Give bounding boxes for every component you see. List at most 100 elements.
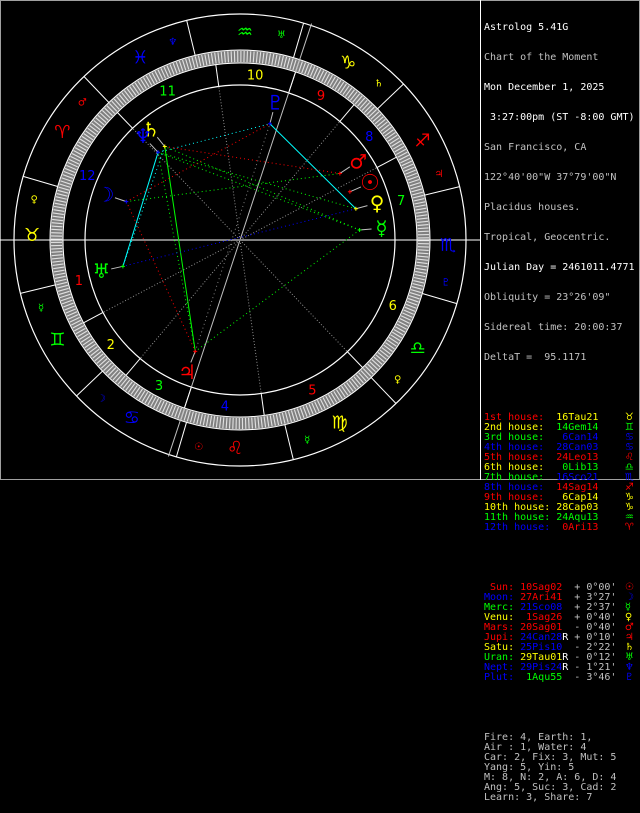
chart-date: Mon December 1, 2025 — [484, 83, 638, 93]
house-position: 6Cap14 — [556, 493, 598, 503]
house-label: 7th house: — [484, 473, 544, 483]
aspect-sextile-neptune-uranus — [123, 152, 158, 266]
house-number-9: 9 — [317, 89, 325, 104]
planet-neptune-icon[interactable]: ♆︎ — [134, 124, 152, 148]
planet-latitude: - 2°22' — [574, 643, 616, 653]
ruler-planet-icon: ☉︎ — [194, 442, 203, 453]
house-axis-line — [240, 121, 340, 240]
planet-position: 29Pis24 — [520, 663, 562, 673]
planet-mercury-icon[interactable]: ☿︎ — [375, 216, 387, 240]
ruler-planet-icon: ♄︎ — [374, 78, 383, 89]
planet-label: Satu: — [484, 643, 514, 653]
house-cusp-line — [126, 359, 140, 376]
house-system: Placidus houses. — [484, 203, 638, 213]
planet-saturn-icon: ♄ — [625, 643, 634, 653]
sign-icon: ♏ — [625, 473, 634, 483]
planet-position: 21Sco08 — [520, 603, 562, 613]
house-number-8: 8 — [365, 130, 373, 145]
ruler-planet-icon: ☿︎ — [304, 435, 310, 446]
delta-t: DeltaT = 95.1171 — [484, 353, 638, 363]
planet-position: 25Pis10 — [520, 643, 562, 653]
sign-icon: ♑ — [625, 503, 634, 513]
planet-row-venus: Venu: 1Sag26+ 0°40'♀ — [484, 613, 638, 623]
house-number-5: 5 — [308, 383, 316, 398]
summary-line: M: 8, N: 2, A: 6, D: 4 — [484, 773, 638, 783]
sign-boundary — [23, 176, 58, 186]
chart-location: San Francisco, CA — [484, 143, 638, 153]
planet-row-uranus: Uran:29Tau01R- 0°12'♅ — [484, 653, 638, 663]
planet-latitude: - 0°12' — [574, 653, 616, 663]
house-cusp-line — [377, 157, 396, 167]
house-number-7: 7 — [397, 194, 405, 209]
aspect-opposition-jupiter-pluto — [195, 124, 270, 352]
planet-latitude: - 0°40' — [574, 623, 616, 633]
summary-line: Fire: 4, Earth: 1, — [484, 733, 638, 743]
chart-wheel[interactable]: ♈︎♂︎♉︎♀︎♊︎☿︎♋︎☽︎♌︎☉︎♍︎☿︎♎︎♀︎♏︎♇︎♐︎♃︎♑︎♄︎… — [0, 0, 480, 480]
ruler-planet-icon: ☽︎ — [97, 394, 106, 405]
ruler-planet-icon: ♀︎ — [30, 195, 37, 206]
planet-marker — [358, 228, 362, 232]
sign-boundary — [422, 293, 457, 303]
sign-boundary — [76, 371, 102, 396]
house-cusp-line — [261, 394, 264, 416]
aspect-square-mars-saturn — [165, 147, 340, 174]
ruler-planet-icon: ♅︎ — [277, 30, 286, 41]
app-title: Astrolog 5.41G — [484, 23, 638, 33]
planet-venus-icon[interactable]: ♀︎ — [370, 191, 385, 215]
planet-label: Venu: — [484, 613, 514, 623]
planet-mars-icon: ♂ — [625, 623, 634, 633]
sign-cap-icon: ♑︎ — [340, 52, 356, 73]
planet-marker — [193, 349, 197, 353]
sidereal-time: Sidereal time: 20:00:37 — [484, 323, 638, 333]
planet-position: 10Sag02 — [520, 583, 562, 593]
house-label: 9th house: — [484, 493, 544, 503]
planet-sun-icon: ☉ — [625, 583, 634, 593]
house-axis-line — [219, 86, 240, 240]
planet-row-sun: Sun:10Sag02+ 0°00'☉ — [484, 583, 638, 593]
planet-position: 20Sag01 — [520, 623, 562, 633]
aspect-square-moon-jupiter — [126, 202, 195, 352]
house-row: 10th house:28Cap03♑ — [484, 503, 638, 513]
sign-sco-icon: ♏︎ — [440, 235, 456, 256]
planet-marker — [348, 190, 352, 194]
planet-row-saturn: Satu: 25Pis10 - 2°22' ♄ — [484, 643, 638, 653]
aspect-opposition-venus-uranus — [123, 209, 356, 267]
planet-uranus-icon[interactable]: ♅︎ — [92, 259, 110, 283]
planet-latitude: - 1°21' — [574, 663, 616, 673]
retrograde-flag: R — [562, 633, 568, 643]
sign-gem-icon: ♊︎ — [49, 330, 65, 351]
planet-label: Plut: — [484, 673, 514, 683]
planet-pluto-icon[interactable]: ♇︎ — [266, 90, 284, 114]
planet-label: Nept: — [484, 663, 514, 673]
planet-label: Moon: — [484, 593, 514, 603]
house-number-1: 1 — [75, 274, 83, 289]
planet-pointer-line — [115, 198, 126, 202]
sign-pis-icon: ♓︎ — [132, 47, 148, 68]
planet-table: Sun:10Sag02+ 0°00'☉Moon:27Ari41+ 3°27'☽M… — [484, 583, 638, 683]
house-table: 1st house:16Tau21♉2nd house:14Gem14♊3rd … — [484, 413, 638, 533]
sign-icon: ♐ — [625, 483, 634, 493]
house-cusp-line — [347, 352, 362, 368]
planet-marker — [124, 200, 128, 204]
planet-label: Jupi: — [484, 633, 514, 643]
planet-moon-icon[interactable]: ☽︎ — [97, 183, 115, 207]
sign-can-icon: ♋︎ — [124, 408, 140, 429]
sign-boundary — [285, 425, 293, 460]
planet-uranus-icon: ♅ — [625, 653, 634, 663]
house-row: 7th house:16Sco21♏ — [484, 473, 638, 483]
sign-leo-icon: ♌︎ — [227, 438, 243, 459]
sign-boundary — [425, 187, 460, 195]
chart-coords: 122°40'00"W 37°79'00"N — [484, 173, 638, 183]
sign-vir-icon: ♍︎ — [332, 413, 348, 434]
sign-boundary — [187, 20, 195, 55]
house-position: 14Sag14 — [556, 483, 598, 493]
planet-row-neptune: Nept:29Pis24R- 1°21'♆ — [484, 663, 638, 673]
planet-row-mars: Mars:20Sag01- 0°40'♂ — [484, 623, 638, 633]
planet-mars-icon[interactable]: ♂︎ — [349, 149, 367, 173]
planet-jupiter-icon[interactable]: ♃︎ — [178, 360, 196, 384]
planet-latitude: + 2°37' — [574, 603, 616, 613]
sign-aqu-icon: ♒︎ — [237, 22, 253, 43]
planet-latitude: + 0°00' — [574, 583, 616, 593]
sign-icon: ♒ — [625, 513, 634, 523]
planet-marker — [121, 264, 125, 268]
